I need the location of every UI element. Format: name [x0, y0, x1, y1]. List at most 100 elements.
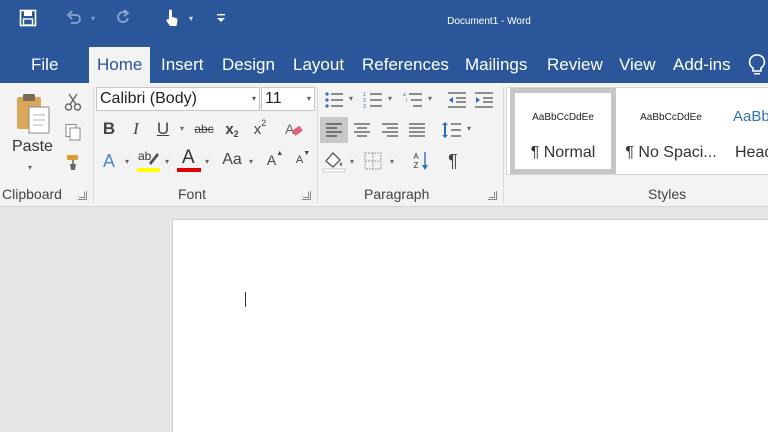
change-case-dropdown-icon[interactable]: ▾ [249, 157, 253, 166]
font-size-dropdown-icon[interactable]: ▾ [307, 88, 311, 110]
tab-design[interactable]: Design [222, 46, 275, 83]
superscript-mark: 2 [261, 118, 267, 128]
clipboard-launcher-icon[interactable] [78, 191, 87, 200]
style-sample: AaBbCcDdEe [532, 112, 594, 123]
font-family-box[interactable]: Calibri (Body) ▾ [96, 87, 260, 111]
bold-button[interactable]: B [100, 118, 118, 140]
svg-text:3: 3 [363, 104, 366, 109]
tab-review[interactable]: Review [547, 46, 603, 83]
tab-layout[interactable]: Layout [293, 46, 344, 83]
style-heading-1[interactable]: AaBbC Head [729, 88, 768, 174]
paste-button[interactable]: Paste [12, 138, 53, 156]
align-left-button[interactable] [320, 117, 348, 143]
group-separator [503, 87, 504, 203]
clipboard-group-label: Clipboard [2, 186, 62, 202]
tab-file[interactable]: File [31, 46, 58, 83]
borders-icon[interactable] [361, 149, 385, 173]
svg-text:i: i [406, 98, 407, 104]
sort-icon[interactable]: A Z [408, 149, 432, 173]
bullets-dropdown-icon[interactable]: ▾ [349, 94, 353, 103]
underline-dropdown-icon[interactable]: ▾ [180, 124, 184, 133]
line-spacing-dropdown-icon[interactable]: ▾ [467, 124, 471, 133]
paste-dropdown-icon[interactable]: ▾ [28, 163, 32, 172]
font-launcher-icon[interactable] [302, 191, 311, 200]
ribbon-tabs: File Home Insert Design Layout Reference… [0, 46, 768, 84]
borders-dropdown-icon[interactable]: ▾ [390, 157, 394, 166]
font-color-button[interactable]: A [176, 147, 202, 173]
shading-icon[interactable] [321, 149, 347, 173]
word-window: ▾ ▾ Document1 - Word File Home Insert De… [0, 0, 768, 432]
justify-button[interactable] [405, 117, 429, 143]
numbering-dropdown-icon[interactable]: ▾ [388, 94, 392, 103]
show-formatting-marks-button[interactable]: ¶ [442, 149, 464, 173]
ribbon-home: Paste ▾ Clipboard Calibri (Body) ▾ 11 ▾ … [0, 83, 768, 207]
grow-font-caret-icon: ▲ [276, 149, 284, 157]
style-no-spacing[interactable]: AaBbCcDdEe ¶ No Spaci... [618, 88, 724, 174]
format-painter-icon[interactable] [62, 151, 84, 173]
styles-gallery: AaBbCcDdEe ¶ Normal AaBbCcDdEe ¶ No Spac… [506, 87, 768, 175]
style-sample: AaBbCcDdEe [640, 112, 702, 123]
decrease-indent-icon[interactable] [445, 89, 469, 111]
subscript-label: x [225, 120, 234, 138]
superscript-button[interactable]: x2 [250, 118, 270, 140]
shrink-font-caret-icon: ▼ [303, 149, 311, 157]
paragraph-launcher-icon[interactable] [488, 191, 497, 200]
tab-add-ins[interactable]: Add-ins [673, 46, 731, 83]
highlight-dropdown-icon[interactable]: ▾ [165, 157, 169, 166]
style-name: ¶ Normal [530, 144, 596, 161]
superscript-label: x [253, 120, 262, 138]
document-page[interactable] [172, 219, 768, 432]
subscript-mark: 2 [233, 129, 239, 139]
document-canvas [0, 207, 768, 432]
sort-label: A Z [413, 152, 419, 170]
cut-icon[interactable] [62, 91, 84, 113]
subscript-button[interactable]: x2 [222, 118, 242, 140]
increase-indent-icon[interactable] [472, 89, 496, 111]
style-name: ¶ No Spaci... [625, 144, 717, 161]
font-size-value: 11 [265, 90, 282, 107]
style-sample: AaBbC [733, 108, 768, 125]
tab-home[interactable]: Home [89, 47, 151, 84]
tell-me-lightbulb-icon[interactable] [746, 52, 768, 78]
grow-font-label: A [266, 152, 277, 168]
font-size-box[interactable]: 11 ▾ [261, 87, 315, 111]
multilevel-list-icon[interactable]: ai [401, 89, 425, 111]
window-title: Document1 - Word [447, 16, 531, 27]
svg-text:A: A [285, 121, 295, 137]
styles-group-label: Styles [648, 186, 687, 202]
clear-formatting-icon[interactable]: A [283, 118, 305, 140]
text-cursor [245, 292, 246, 307]
copy-icon[interactable] [62, 121, 84, 143]
tab-references[interactable]: References [362, 46, 449, 83]
text-effects-button[interactable]: A [99, 149, 119, 173]
numbering-icon[interactable]: 123 [361, 89, 385, 111]
font-color-dropdown-icon[interactable]: ▾ [205, 157, 209, 166]
group-separator [317, 87, 318, 203]
strikethrough-button[interactable]: abc [192, 118, 216, 140]
tab-insert[interactable]: Insert [161, 46, 204, 83]
change-case-button[interactable]: Aa [217, 149, 247, 171]
title-bar: ▾ ▾ Document1 - Word [0, 0, 768, 46]
line-spacing-icon[interactable] [440, 117, 464, 143]
style-normal[interactable]: AaBbCcDdEe ¶ Normal [510, 88, 616, 174]
underline-button[interactable]: U [155, 118, 171, 140]
paragraph-group-label: Paragraph [364, 186, 430, 202]
italic-button[interactable]: I [128, 118, 144, 140]
style-name: Head [735, 144, 768, 161]
shrink-font-button[interactable]: A ▼ [293, 149, 313, 171]
group-separator [93, 87, 94, 203]
tab-view[interactable]: View [619, 46, 656, 83]
bullets-icon[interactable] [322, 89, 346, 111]
font-family-dropdown-icon[interactable]: ▾ [252, 88, 256, 110]
paste-icon[interactable] [10, 89, 56, 139]
multilevel-list-dropdown-icon[interactable]: ▾ [428, 94, 432, 103]
align-right-button[interactable] [378, 117, 402, 143]
grow-font-button[interactable]: A ▲ [265, 149, 285, 171]
font-family-value: Calibri (Body) [100, 90, 197, 107]
shading-dropdown-icon[interactable]: ▾ [350, 157, 354, 166]
tab-mailings[interactable]: Mailings [465, 46, 527, 83]
text-effects-dropdown-icon[interactable]: ▾ [125, 157, 129, 166]
highlight-button[interactable]: ab [136, 147, 162, 173]
shrink-font-label: A [295, 154, 304, 166]
align-center-button[interactable] [350, 117, 374, 143]
